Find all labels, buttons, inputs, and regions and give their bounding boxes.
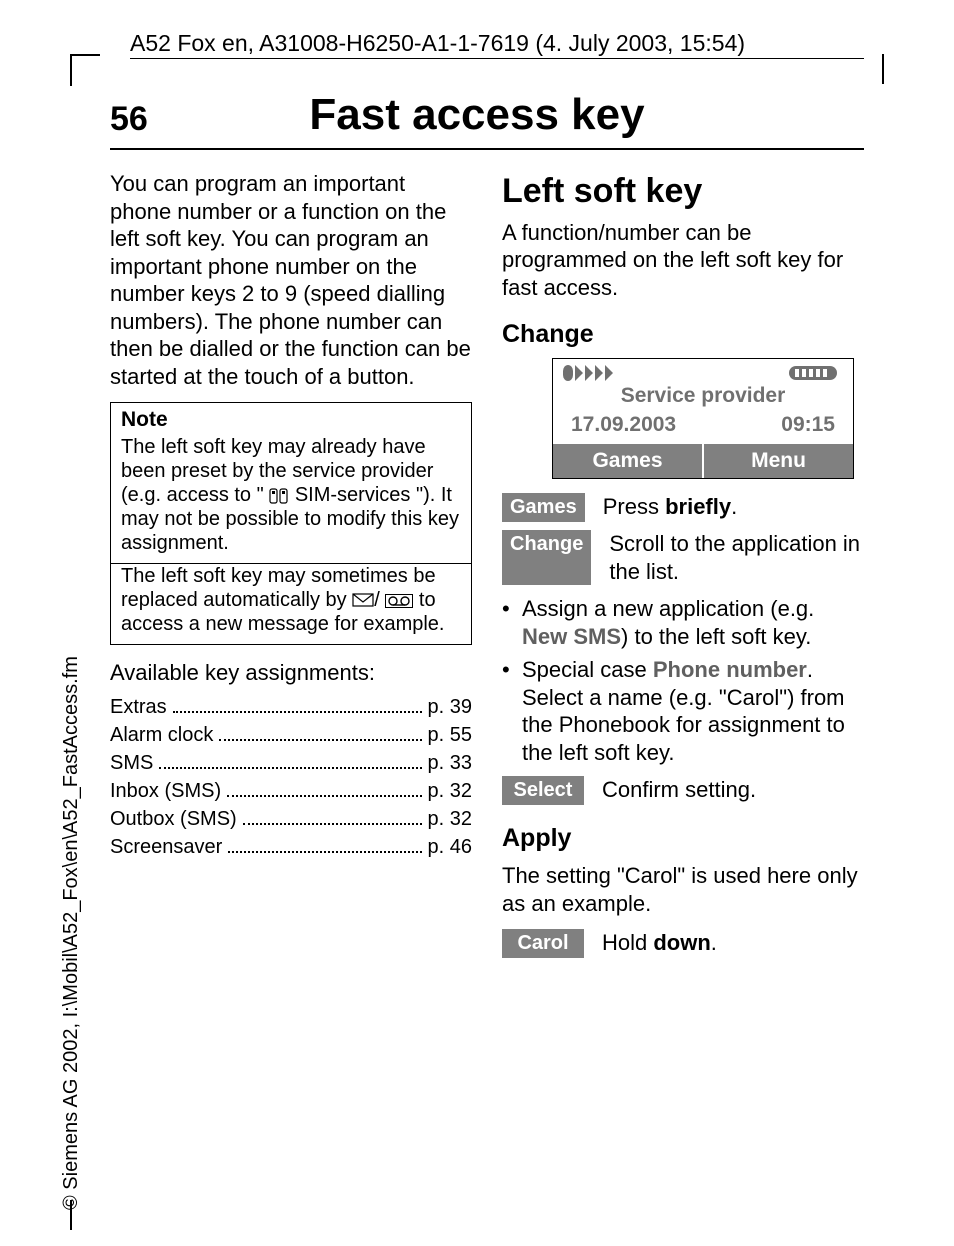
crop-mark-top-left (70, 54, 100, 86)
assignment-name: SMS (110, 751, 153, 776)
header-rule (130, 58, 864, 59)
assignment-row: Extras p. 39 (110, 695, 472, 720)
txt: Special case (522, 657, 653, 682)
assignment-name: Alarm clock (110, 723, 213, 748)
assignment-row: SMS p. 33 (110, 751, 472, 776)
phone-display: Service provider 17.09.2003 09:15 Games … (552, 358, 854, 479)
txt: . (731, 494, 737, 519)
apply-intro: The setting "Carol" is used here only as… (502, 862, 864, 917)
note-box: Note The left soft key may already have … (110, 402, 472, 645)
leader-dots (227, 795, 421, 797)
txt-grey: Phone number (653, 657, 807, 682)
apply-heading: Apply (502, 823, 864, 854)
step-change-text: Scroll to the application in the list. (609, 530, 864, 585)
txt: . (711, 930, 717, 955)
assignment-page: p. 32 (428, 779, 472, 804)
note-body-1: The left soft key may already have been … (111, 433, 471, 563)
assignment-page: p. 33 (428, 751, 472, 776)
txt-bold: down (653, 930, 710, 955)
phone-date: 17.09.2003 (571, 412, 676, 438)
available-key-assignments-label: Available key assignments: (110, 659, 472, 687)
bullet-new-sms: Assign a new application (e.g. New SMS) … (502, 595, 864, 650)
assignment-name: Outbox (SMS) (110, 807, 237, 832)
assignment-page: p. 32 (428, 807, 472, 832)
txt: Press (603, 494, 665, 519)
txt: Assign a new application (e.g. (522, 596, 814, 621)
step-games-text: Press briefly. (603, 493, 864, 522)
note-body-2: The left soft key may sometimes be repla… (111, 563, 471, 644)
copyright-footer: © Siemens AG 2002, I:\Mobil\A52_Fox\en\A… (60, 656, 83, 1210)
txt: Hold (602, 930, 653, 955)
txt: ) to the left soft key. (621, 624, 811, 649)
voicemail-icon (385, 594, 413, 608)
chapter-title: Fast access key (0, 90, 954, 140)
chapter-rule (110, 148, 864, 150)
assignment-row: Inbox (SMS) p. 32 (110, 779, 472, 804)
assignments-list: Extras p. 39 Alarm clock p. 55 SMS p. 33… (110, 695, 472, 860)
softkey-change-label: Change (502, 530, 591, 585)
leader-dots (173, 711, 422, 713)
assignment-row: Screensaver p. 46 (110, 835, 472, 860)
left-soft-key-heading: Left soft key (502, 170, 864, 213)
doc-header-line: A52 Fox en, A31008-H6250-A1-1-7619 (4. J… (130, 30, 864, 57)
slash: / (374, 589, 380, 611)
phone-time: 09:15 (781, 412, 835, 438)
note-title: Note (111, 403, 471, 433)
softkey-carol-label: Carol (502, 929, 584, 958)
txt-grey: New SMS (522, 624, 621, 649)
assignment-name: Inbox (SMS) (110, 779, 221, 804)
phone-left-softkey: Games (553, 444, 702, 478)
phone-right-softkey: Menu (702, 444, 853, 478)
assignment-row: Outbox (SMS) p. 32 (110, 807, 472, 832)
crop-mark-top-right (882, 54, 884, 84)
intro-paragraph: You can program an important phone numbe… (110, 170, 472, 390)
leader-dots (219, 739, 421, 741)
assignment-page: p. 39 (428, 695, 472, 720)
leader-dots (228, 851, 421, 853)
assignment-row: Alarm clock p. 55 (110, 723, 472, 748)
step-select-text: Confirm setting. (602, 776, 864, 805)
battery-icon (787, 365, 843, 381)
change-heading: Change (502, 319, 864, 350)
softkey-games-label: Games (502, 493, 585, 522)
bullet-phone-number: Special case Phone number. Select a name… (502, 656, 864, 766)
assignment-page: p. 46 (428, 835, 472, 860)
leader-dots (159, 767, 421, 769)
txt-bold: briefly (665, 494, 731, 519)
assignment-name: Extras (110, 695, 167, 720)
sim-services-icon (269, 488, 289, 504)
softkey-select-label: Select (502, 776, 584, 805)
step-carol-text: Hold down. (602, 929, 864, 958)
message-icon (352, 593, 374, 609)
assignment-name: Screensaver (110, 835, 222, 860)
leader-dots (243, 823, 422, 825)
left-soft-key-intro: A function/number can be programmed on t… (502, 219, 864, 302)
assignment-page: p. 55 (428, 723, 472, 748)
signal-icon (563, 365, 623, 381)
phone-provider: Service provider (553, 381, 853, 411)
